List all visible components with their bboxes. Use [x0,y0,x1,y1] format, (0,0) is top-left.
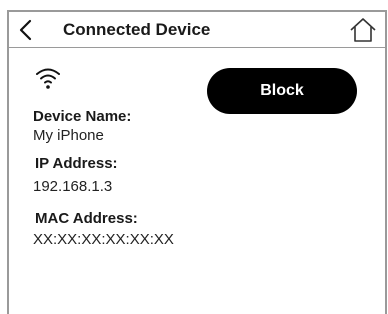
home-button[interactable] [349,16,377,44]
device-name-label: Device Name: [33,108,132,125]
home-icon [350,18,376,42]
ip-address-label: IP Address: [35,155,118,172]
mac-address-value: XX:XX:XX:XX:XX:XX [33,231,174,248]
header-bar: Connected Device [9,12,385,48]
device-panel: Connected Device Block Device Name: My i… [7,10,387,314]
page-title: Connected Device [63,20,211,39]
device-name-value: My iPhone [33,127,104,144]
mac-address-label: MAC Address: [35,210,138,227]
chevron-left-icon [19,19,32,41]
back-button[interactable] [15,18,37,42]
wifi-icon [35,66,61,90]
block-button[interactable]: Block [207,68,357,114]
ip-address-value: 192.168.1.3 [33,178,113,195]
